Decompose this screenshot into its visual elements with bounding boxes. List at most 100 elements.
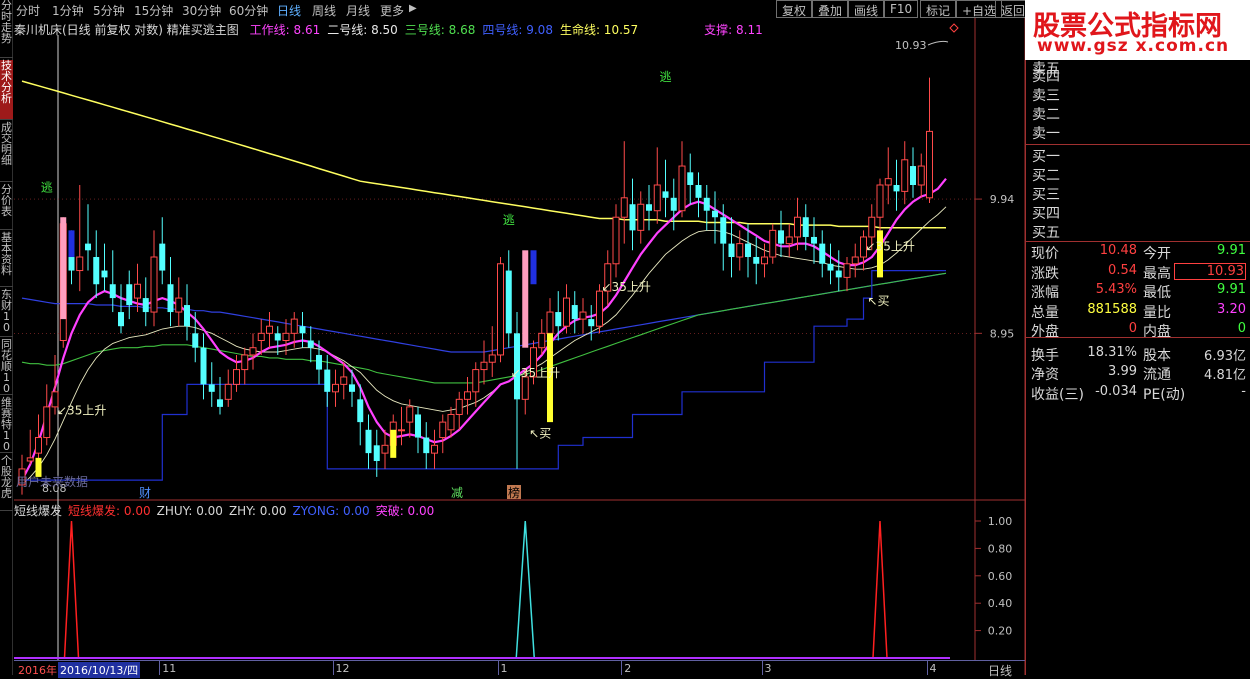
candle-body [150,256,158,313]
tab-1min[interactable]: 1分钟 [52,2,84,19]
candle-body [406,406,414,423]
candle-body [910,166,916,186]
left-tab-basic[interactable]: 基本资料 [0,232,13,287]
support-line [22,270,946,481]
sell-1: 卖一 [1032,126,1060,142]
buy-3: 买三 [1032,187,1060,203]
candle-body [274,333,281,341]
candle-body [521,376,529,400]
quote-value: - [1241,383,1246,399]
divider [1026,144,1250,145]
left-tab-trades[interactable]: 成交明细 [0,122,13,182]
quote-value: 9.91 [1217,282,1246,297]
candle-body [307,340,314,348]
candle-body [505,270,512,334]
f10-button[interactable]: F10 [884,0,919,18]
high-price-label: 10.93 [895,39,927,52]
quote-label: 外盘 [1031,324,1059,340]
candle-body [884,178,892,186]
candle-body [134,283,141,299]
tab-fenshi[interactable]: 分时 [16,2,40,19]
indicator-label: 三号线: 8.68 [404,23,476,37]
candle-body [282,332,290,341]
signal-bar [522,250,529,348]
tab-more[interactable]: 更多 [380,2,404,19]
left-tab-price-table[interactable]: 分价表 [0,184,13,230]
line4-blue-line [21,272,947,353]
candle-body [324,369,331,392]
candle-body [398,429,405,432]
candle-body [926,130,933,199]
overlay-button[interactable]: 叠加 [812,0,849,18]
signal-spike [872,520,888,659]
life-line-yellow-line [21,80,946,229]
mark-button[interactable]: 标记 [920,0,957,18]
month-label: 4 [929,662,937,675]
date-axis: 2016年 2016/10/13/四 日线 11 12 1 2 3 4 [14,660,1025,678]
month-label: 2 [624,662,632,675]
left-tab-fenshi[interactable]: 分时走势 [0,0,13,58]
sub-indicator-label: ZYONG: 0.00 [292,504,370,518]
signal-bar [60,217,67,320]
candle-body [316,354,322,370]
candle-body [109,284,116,299]
low-price-label: 8.08 [42,482,67,495]
candle-body [678,165,686,212]
tab-60min[interactable]: 60分钟 [229,2,268,19]
candle-body [514,333,520,400]
left-tab-longhu[interactable]: 个股龙虎 [0,455,13,511]
candle-body [340,376,348,385]
candle-body [299,326,306,334]
candle-body [620,197,628,218]
left-tab-ths[interactable]: 同花顺10 [0,339,13,395]
line2-white-line [21,206,947,486]
indicator-label: 二号线: 8.50 [327,23,398,37]
candle-body [415,414,421,438]
candle-body [843,263,851,278]
candle-body [488,354,496,363]
candle-body [439,421,447,439]
fuquan-button[interactable]: 复权 [776,0,813,18]
candle-body [769,229,777,258]
candle-body [579,311,587,320]
tab-5min[interactable]: 5分钟 [93,2,125,19]
candle-body [142,298,149,313]
candle-body [423,437,430,454]
month-tick [621,661,623,675]
candle-body [530,347,537,378]
candle-body [184,305,190,327]
candle-body [695,185,702,198]
month-label: 11 [162,662,177,675]
candle-body [349,384,355,392]
quote-label: 今开 [1143,246,1171,262]
left-tab-weisaite[interactable]: 维赛特10 [0,397,13,453]
more-arrow-icon[interactable]: ▶ [409,3,417,14]
candle-body [811,236,817,244]
draw-line-button[interactable]: 画线 [848,0,885,18]
tab-daily[interactable]: 日线 [277,2,301,19]
tab-weekly[interactable]: 周线 [312,2,336,19]
candle-body [827,263,834,271]
cursor-date: 2016/10/13/四 [58,662,141,678]
candle-body [497,263,504,356]
quote-value: 18.31% [1087,344,1137,360]
quote-value: 881588 [1087,301,1137,317]
site-logo: 股票公式指标网 www.gsz x.com.cn [1025,0,1250,60]
month-tick [332,661,334,675]
tab-monthly[interactable]: 月线 [346,2,370,19]
left-tab-dongcai[interactable]: 东财10 [0,289,13,337]
left-tab-tech[interactable]: 技术分析 [0,60,13,120]
signal-spike [515,520,535,659]
month-label: 12 [335,662,350,675]
quote-value: 0 [1128,321,1137,336]
up35-mark: ↙35上升 [57,403,106,417]
tab-15min[interactable]: 15分钟 [134,2,173,19]
chart-title-row: 秦川机床(日线 前复权 对数) 精准买逃主图 工作线: 8.61 二号线: 8.5… [14,21,763,38]
sub-indicator-label: 突破: 0.00 [375,504,435,518]
candle-body [778,230,784,244]
high-pointer [927,40,949,46]
tab-30min[interactable]: 30分钟 [182,2,221,19]
buy-mark: ↖买 [868,294,890,308]
month-tick [497,661,499,675]
candle-body [761,256,768,265]
